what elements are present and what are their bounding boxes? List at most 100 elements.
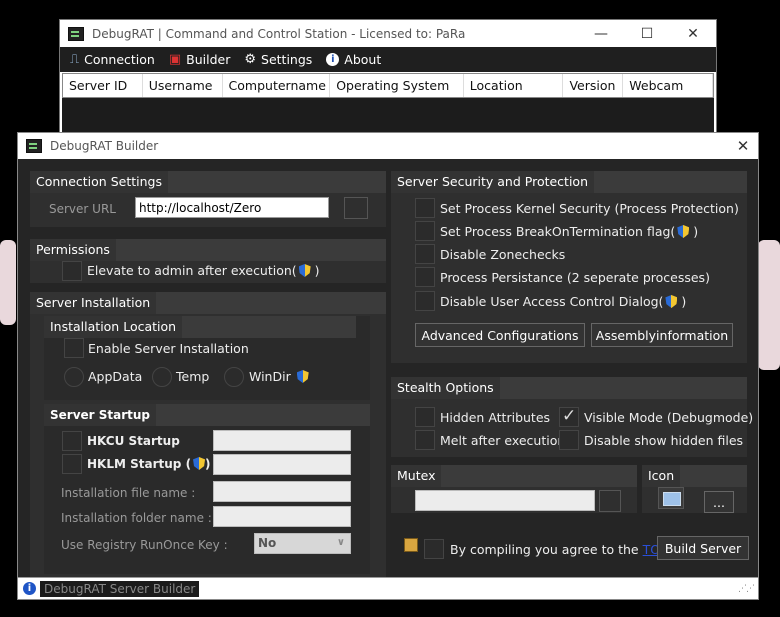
menu-about[interactable]: i About (326, 52, 381, 67)
server-installation-header: Server Installation (30, 292, 157, 314)
process-persistance-label: Process Persistance (2 seperate processe… (440, 270, 710, 285)
agree-tos-label: By compiling you agree to the TOS (450, 542, 669, 557)
builder-icon: ▣ (168, 52, 182, 67)
minimize-icon[interactable]: — (578, 20, 624, 47)
stealth-options-header: Stealth Options (391, 377, 500, 399)
elevate-label: Elevate to admin after execution( ) (87, 263, 320, 278)
disable-uac-checkbox[interactable] (415, 291, 435, 311)
windir-label: WinDir (249, 369, 309, 384)
icon-preview-image (658, 487, 684, 509)
enable-installation-label: Enable Server Installation (88, 341, 249, 356)
assembly-information-button[interactable]: Assemblyinformation (591, 323, 733, 347)
install-folder-name-input[interactable] (213, 506, 351, 527)
melt-checkbox[interactable] (415, 430, 435, 450)
advanced-configurations-button[interactable]: Advanced Configurations (415, 323, 585, 347)
generate-mutex-button[interactable] (599, 490, 621, 512)
menu-connection[interactable]: ⎍ Connection (70, 52, 155, 67)
server-url-input[interactable] (135, 197, 329, 218)
visible-mode-checkbox[interactable] (559, 406, 579, 427)
icon-header: Icon (642, 465, 681, 487)
column-header[interactable]: Username (143, 74, 223, 97)
icon-group: Icon ... (642, 465, 747, 513)
menu-settings-label: Settings (261, 52, 313, 67)
main-window-title: DebugRAT | Command and Control Station -… (92, 26, 466, 41)
background-blob (758, 240, 780, 370)
package-icon (404, 538, 418, 552)
status-text: DebugRAT Server Builder (40, 580, 200, 597)
appdata-radio[interactable] (64, 367, 84, 387)
runonce-label: Use Registry RunOnce Key : (61, 538, 228, 552)
builder-title-bar: DebugRAT Builder ✕ (18, 133, 758, 159)
server-installation-group: Server Installation Installation Locatio… (30, 292, 386, 580)
break-on-termination-checkbox[interactable] (415, 221, 435, 241)
column-header[interactable]: Server ID (63, 74, 143, 97)
app-icon (26, 139, 42, 153)
maximize-icon[interactable]: ☐ (624, 20, 670, 47)
permissions-header: Permissions (30, 239, 116, 261)
elevate-checkbox[interactable] (62, 261, 82, 281)
hidden-attributes-label: Hidden Attributes (440, 410, 551, 425)
info-icon: i (326, 53, 340, 66)
hidden-attributes-checkbox[interactable] (415, 407, 435, 427)
installation-location-group: Installation Location Enable Server Inst… (44, 316, 370, 400)
builder-body: Connection Settings Server URL Permissio… (18, 159, 758, 580)
melt-label: Melt after execution (440, 433, 566, 448)
chevron-down-icon: ∨ (336, 537, 345, 548)
browse-icon-button[interactable]: ... (704, 491, 734, 513)
builder-title: DebugRAT Builder (50, 139, 159, 153)
installation-location-header: Installation Location (44, 316, 183, 338)
server-list[interactable]: Server ID Username Computername Operatin… (62, 73, 714, 138)
runonce-value: No (258, 536, 277, 550)
column-header[interactable]: Computername (223, 74, 331, 97)
security-header: Server Security and Protection (391, 171, 594, 193)
build-server-button[interactable]: Build Server (657, 536, 749, 560)
hklm-checkbox[interactable] (62, 454, 82, 474)
close-icon[interactable]: ✕ (670, 20, 716, 47)
permissions-group: Permissions Elevate to admin after execu… (30, 239, 386, 283)
menu-builder[interactable]: ▣ Builder (169, 52, 231, 67)
column-header[interactable]: Webcam (623, 74, 714, 97)
column-header[interactable]: Location (464, 74, 564, 97)
status-bar: i DebugRAT Server Builder ⋰⋰ (18, 577, 758, 599)
close-icon[interactable]: ✕ (728, 137, 758, 155)
uac-shield-icon (193, 457, 205, 470)
install-folder-name-label: Installation folder name : (61, 511, 212, 525)
menu-about-label: About (344, 52, 382, 67)
disable-hidden-files-checkbox[interactable] (559, 430, 579, 450)
uac-shield-icon (299, 264, 311, 277)
gear-icon: ⚙ (244, 52, 257, 67)
menu-settings[interactable]: ⚙ Settings (244, 52, 312, 67)
hklm-input[interactable] (213, 454, 351, 475)
install-file-name-label: Installation file name : (61, 486, 196, 500)
appdata-label: AppData (88, 369, 143, 384)
main-window: DebugRAT | Command and Control Station -… (59, 19, 717, 139)
enable-installation-checkbox[interactable] (64, 338, 84, 358)
agree-tos-checkbox[interactable] (424, 539, 444, 559)
temp-radio[interactable] (152, 367, 172, 387)
hkcu-input[interactable] (213, 430, 351, 451)
disable-hidden-files-label: Disable show hidden files (584, 433, 744, 448)
mutex-input[interactable] (415, 490, 595, 511)
app-icon (68, 26, 84, 41)
uac-shield-icon (677, 225, 689, 238)
info-icon: i (23, 582, 36, 595)
runonce-select[interactable]: No ∨ (254, 533, 351, 554)
server-startup-group: Server Startup HKCU Startup HKLM Startup… (44, 404, 370, 574)
column-header[interactable]: Operating System (330, 74, 464, 97)
process-persistance-checkbox[interactable] (415, 267, 435, 287)
security-group: Server Security and Protection Set Proce… (391, 171, 747, 363)
menu-bar: ⎍ Connection ▣ Builder ⚙ Settings i Abou… (60, 47, 716, 72)
test-connection-button[interactable] (344, 197, 368, 219)
install-file-name-input[interactable] (213, 481, 351, 502)
break-on-termination-label: Set Process BreakOnTermination flag( ) (440, 224, 699, 239)
disable-zonechecks-checkbox[interactable] (415, 244, 435, 264)
server-list-header: Server ID Username Computername Operatin… (62, 73, 714, 98)
menu-builder-label: Builder (186, 52, 231, 67)
stealth-options-group: Stealth Options Hidden Attributes Visibl… (391, 377, 753, 457)
kernel-security-checkbox[interactable] (415, 198, 435, 218)
plug-icon: ⎍ (70, 52, 80, 67)
windir-radio[interactable] (224, 367, 244, 387)
column-header[interactable]: Version (563, 74, 624, 97)
hkcu-checkbox[interactable] (62, 431, 82, 451)
resize-grip-icon[interactable]: ⋰⋰ (738, 584, 755, 594)
